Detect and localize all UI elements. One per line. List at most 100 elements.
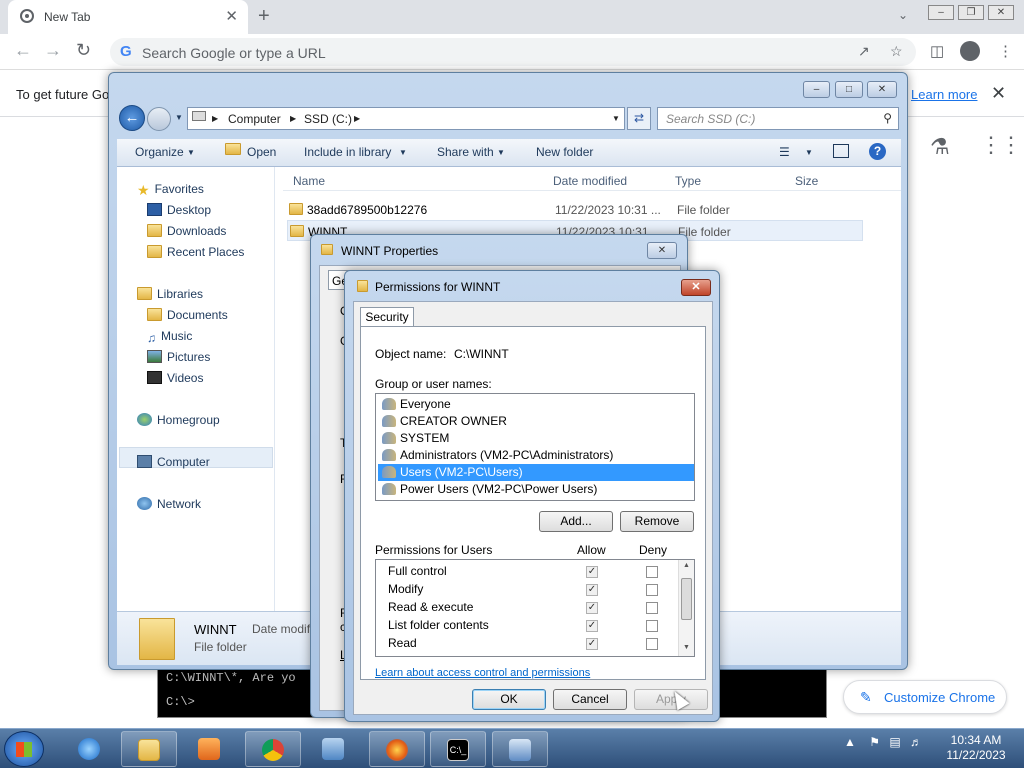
user-item-creator-owner[interactable]: CREATOR OWNER (378, 413, 694, 430)
deny-checkbox[interactable] (646, 602, 658, 614)
nav-network[interactable]: Network (137, 497, 201, 511)
col-type[interactable]: Type (675, 174, 701, 188)
nav-computer[interactable]: Computer (137, 455, 210, 469)
flag-icon[interactable]: ⚑ (869, 735, 880, 749)
close-icon[interactable]: ✕ (647, 242, 677, 259)
scroll-down-icon[interactable]: ▼ (683, 644, 690, 651)
deny-checkbox[interactable] (646, 566, 658, 578)
breadcrumb-computer[interactable]: Computer (228, 112, 281, 126)
volume-icon[interactable]: ♬ (910, 735, 922, 749)
nav-pictures[interactable]: Pictures (147, 350, 210, 364)
minimize-icon[interactable]: – (928, 5, 954, 20)
close-infobar-icon[interactable]: ✕ (991, 83, 1006, 104)
menu-kebab-icon[interactable]: ⋮ (998, 42, 1013, 60)
taskbar-explorer[interactable] (121, 731, 177, 767)
recent-pages-chevron-icon[interactable]: ▼ (175, 113, 183, 122)
chevron-down-icon[interactable]: ⌄ (898, 8, 908, 22)
nav-desktop[interactable]: Desktop (147, 203, 211, 217)
tab-security[interactable]: Security (360, 307, 414, 327)
col-name[interactable]: Name (293, 174, 325, 188)
address-bar[interactable]: ▶ Computer ▶ SSD (C:) ▶ ▼ (187, 107, 625, 130)
nav-recent-places[interactable]: Recent Places (147, 245, 244, 259)
col-size[interactable]: Size (795, 174, 818, 188)
user-item-system[interactable]: SYSTEM (378, 430, 694, 447)
nav-music[interactable]: ♫ Music (147, 329, 192, 345)
close-icon[interactable]: ✕ (225, 7, 238, 25)
taskbar-ie[interactable] (62, 731, 118, 767)
new-tab-button[interactable]: + (258, 5, 270, 28)
customize-chrome-button[interactable]: ✎ Customize Chrome (843, 680, 1007, 714)
taskbar-firefox[interactable] (369, 731, 425, 767)
labs-flask-icon[interactable]: ⚗ (930, 134, 950, 160)
open-button[interactable]: Open (247, 145, 276, 159)
forward-button[interactable] (147, 107, 171, 131)
nav-videos[interactable]: Videos (147, 371, 203, 385)
ok-button[interactable]: OK (472, 689, 546, 710)
deny-checkbox[interactable] (646, 620, 658, 632)
user-item-administrators[interactable]: Administrators (VM2-PC\Administrators) (378, 447, 694, 464)
learn-about-permissions-link[interactable]: Learn about access control and permissio… (375, 667, 590, 679)
scrollbar[interactable]: ▲ ▼ (678, 560, 694, 656)
scroll-thumb[interactable] (681, 578, 692, 620)
help-icon[interactable]: ? (869, 143, 886, 160)
user-item-everyone[interactable]: Everyone (378, 396, 694, 413)
nav-favorites[interactable]: ★ Favorites (137, 182, 204, 198)
nav-documents[interactable]: Documents (147, 308, 228, 322)
address-dropdown-icon[interactable]: ▼ (612, 114, 620, 123)
add-button[interactable]: Add... (539, 511, 613, 532)
chrome-tab[interactable]: New Tab ✕ (8, 0, 248, 34)
column-headers: Name Date modified Type Size (283, 167, 901, 191)
cancel-button[interactable]: Cancel (553, 689, 627, 710)
new-folder-button[interactable]: New folder (536, 145, 593, 159)
taskbar-chrome[interactable] (245, 731, 301, 767)
col-date-modified[interactable]: Date modified (553, 174, 627, 188)
reload-icon[interactable]: ↻ (76, 40, 91, 61)
close-window-icon[interactable]: ✕ (988, 5, 1014, 20)
network-tray-icon[interactable]: ▤ (889, 735, 900, 749)
nav-libraries[interactable]: Libraries (137, 287, 203, 301)
preview-pane-icon[interactable] (833, 144, 849, 158)
scroll-up-icon[interactable]: ▲ (683, 562, 690, 569)
minimize-icon[interactable]: – (803, 81, 830, 98)
remove-button[interactable]: Remove (620, 511, 694, 532)
user-list[interactable]: Everyone CREATOR OWNER SYSTEM Administra… (375, 393, 695, 501)
profile-avatar-icon[interactable] (960, 41, 980, 61)
taskbar-control-panel[interactable] (306, 731, 362, 767)
learn-more-link[interactable]: Learn more (911, 87, 977, 102)
close-icon[interactable]: ✕ (867, 81, 897, 98)
organize-menu[interactable]: Organize (135, 145, 184, 159)
apps-grid-icon[interactable]: ⋮⋮⋮ (980, 132, 1024, 158)
share-icon[interactable]: ↗ (858, 43, 870, 60)
search-icon[interactable]: ⚲ (883, 111, 892, 125)
file-row[interactable]: 38add6789500b12276 11/22/2023 10:31 ... … (287, 199, 863, 220)
taskbar-media-player[interactable] (182, 731, 238, 767)
star-icon[interactable]: ☆ (890, 43, 903, 60)
close-icon[interactable]: ✕ (681, 279, 711, 296)
maximize-icon[interactable]: □ (835, 81, 863, 98)
show-hidden-icons-icon[interactable]: ▲ (844, 735, 856, 749)
deny-checkbox[interactable] (646, 584, 658, 596)
user-item-power-users[interactable]: Power Users (VM2-PC\Power Users) (378, 481, 694, 498)
chevron-down-icon[interactable]: ▼ (805, 148, 813, 157)
nav-homegroup[interactable]: Homegroup (137, 413, 220, 427)
taskbar-app[interactable] (492, 731, 548, 767)
taskbar-cmd[interactable]: C:\_ (430, 731, 486, 767)
omnibox[interactable]: G Search Google or type a URL ↗ ☆ (110, 38, 916, 66)
view-options-icon[interactable]: ☰ (779, 145, 790, 159)
back-button[interactable]: ← (119, 105, 145, 131)
side-panel-icon[interactable]: ◫ (930, 42, 944, 60)
search-input[interactable]: Search SSD (C:) ⚲ (657, 107, 899, 130)
deny-checkbox[interactable] (646, 638, 658, 650)
refresh-icon[interactable]: ⇄ (627, 107, 651, 130)
restore-icon[interactable]: ❐ (958, 5, 984, 20)
clock[interactable]: 10:34 AM 11/22/2023 (936, 733, 1016, 763)
start-button[interactable] (4, 731, 44, 767)
nav-downloads[interactable]: Downloads (147, 224, 226, 238)
user-item-users[interactable]: Users (VM2-PC\Users) (378, 464, 694, 481)
breadcrumb-drive[interactable]: SSD (C:) (304, 112, 352, 126)
omnibox-placeholder[interactable]: Search Google or type a URL (142, 45, 326, 61)
forward-icon[interactable]: → (44, 40, 62, 61)
include-in-library-menu[interactable]: Include in library (304, 145, 391, 159)
back-icon[interactable]: ← (14, 40, 32, 61)
share-with-menu[interactable]: Share with (437, 145, 494, 159)
